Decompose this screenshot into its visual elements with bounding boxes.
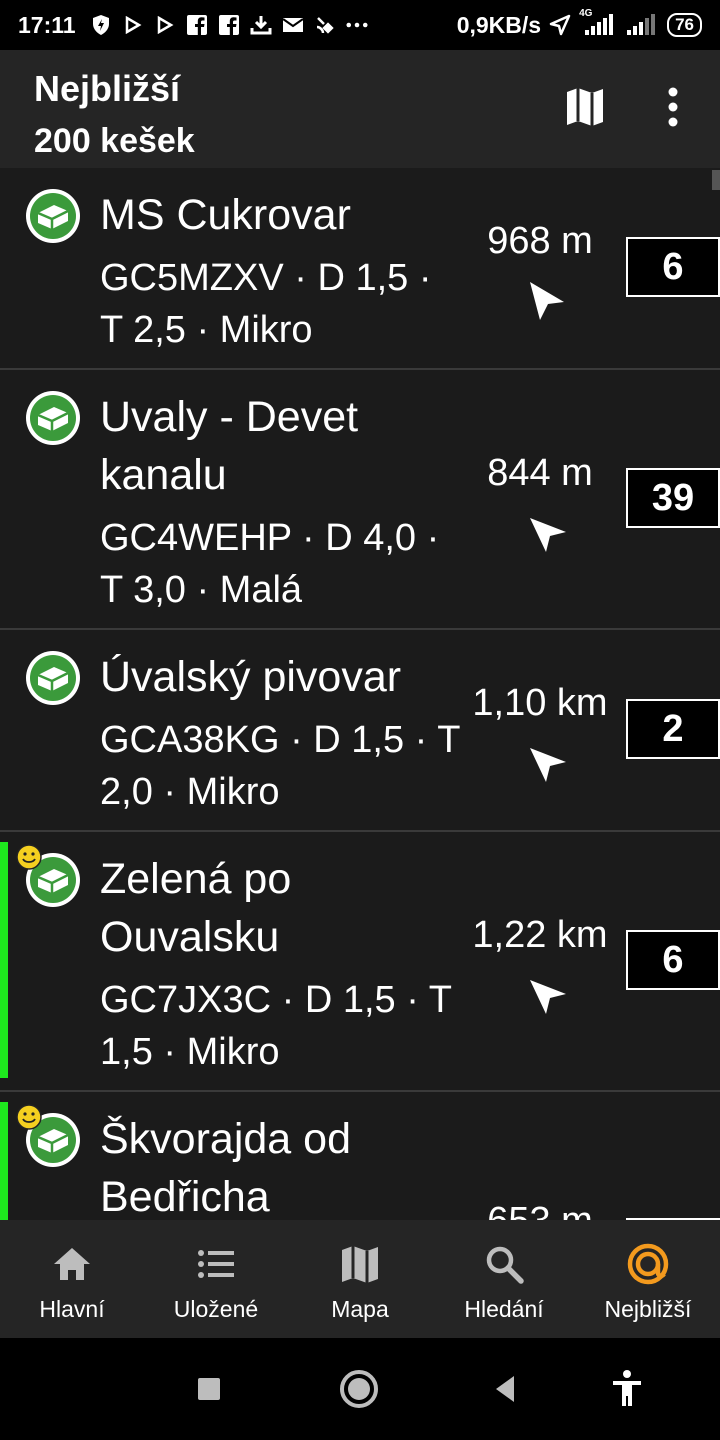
signal-label: 4G bbox=[579, 8, 593, 19]
nav-label: Uložené bbox=[173, 1296, 259, 1322]
cache-list-item[interactable]: Úvalský pivovar GCA38KG · D 1,5 · T 2,0 … bbox=[0, 630, 720, 832]
more-options-button[interactable] bbox=[650, 82, 696, 132]
play-store-icon-2 bbox=[154, 14, 176, 36]
cache-distance: 653 m bbox=[460, 1198, 620, 1220]
cache-name: Škvorajda od Bedřicha bbox=[100, 1115, 351, 1220]
list-icon bbox=[198, 1250, 234, 1278]
cache-list-item[interactable]: Uvaly - Devet kanalu GC4WEHP · D 4,0 · T… bbox=[0, 370, 720, 630]
back-button[interactable] bbox=[484, 1366, 530, 1412]
system-navigation-bar bbox=[0, 1338, 720, 1440]
page-title: Nejbližší bbox=[34, 68, 181, 109]
cache-count-subtitle: 200 kešek bbox=[34, 122, 195, 160]
cache-name: MS Cukrovar bbox=[100, 191, 351, 239]
traditional-cache-icon bbox=[26, 651, 80, 705]
nav-item-home[interactable]: Hlavní bbox=[0, 1220, 144, 1338]
download-icon bbox=[250, 14, 272, 36]
favorite-count-badge: 6 bbox=[626, 237, 720, 297]
cache-name: Zelená po Ouvalsku bbox=[100, 855, 292, 961]
found-smiley-icon bbox=[16, 1104, 42, 1130]
more-vert-icon bbox=[668, 87, 678, 127]
status-bar: 17:11 0,9KB/s 4G 76 bbox=[0, 0, 720, 50]
cache-list-item[interactable]: Škvorajda od Bedřicha 653 m bbox=[0, 1092, 720, 1220]
status-time: 17:11 bbox=[18, 11, 76, 38]
satellite-icon bbox=[314, 14, 336, 36]
location-icon bbox=[549, 14, 571, 36]
cache-name: Úvalský pivovar bbox=[100, 653, 402, 701]
facebook-icon bbox=[186, 14, 208, 36]
cache-distance: 968 m bbox=[487, 220, 593, 262]
map-icon bbox=[567, 88, 603, 126]
app-bar: Nejbližší 200 kešek bbox=[0, 50, 720, 168]
nav-label: Mapa bbox=[331, 1296, 389, 1322]
status-right: 0,9KB/s 4G 76 bbox=[456, 8, 702, 39]
cache-meta: GC5MZXV · D 1,5 · T 2,5 · Mikro bbox=[100, 257, 432, 351]
favorite-count-badge: 2 bbox=[626, 699, 720, 759]
cache-distance: 1,22 km bbox=[472, 914, 608, 956]
direction-arrow-icon bbox=[530, 282, 564, 320]
search-icon bbox=[486, 1246, 524, 1284]
notification-icons bbox=[90, 14, 368, 36]
traditional-cache-icon bbox=[26, 391, 80, 445]
cache-name: Uvaly - Devet kanalu bbox=[100, 393, 359, 499]
nav-item-saved[interactable]: Uložené bbox=[144, 1220, 288, 1338]
cache-meta: GC7JX3C · D 1,5 · T 1,5 · Mikro bbox=[100, 979, 452, 1073]
more-notifications-icon bbox=[346, 14, 368, 36]
nearby-icon bbox=[627, 1243, 669, 1285]
map-icon bbox=[342, 1246, 378, 1283]
cache-distance: 1,10 km bbox=[472, 682, 608, 724]
direction-arrow-icon bbox=[530, 518, 566, 552]
signal-icon bbox=[625, 14, 659, 36]
cache-meta: GC4WEHP · D 4,0 · T 3,0 · Malá bbox=[100, 517, 440, 611]
nearby-cache-list[interactable]: MS Cukrovar GC5MZXV · D 1,5 · T 2,5 · Mi… bbox=[0, 168, 720, 1220]
cache-meta: GCA38KG · D 1,5 · T 2,0 · Mikro bbox=[100, 719, 460, 813]
battery-indicator: 76 bbox=[667, 13, 702, 37]
bottom-navigation: Hlavní Uložené Mapa Hledání Nejbližší bbox=[0, 1220, 720, 1338]
nav-label: Hlavní bbox=[39, 1296, 105, 1322]
cache-list-item[interactable]: Zelená po Ouvalsku GC7JX3C · D 1,5 · T 1… bbox=[0, 832, 720, 1092]
accessibility-button[interactable] bbox=[604, 1366, 650, 1412]
nav-item-map[interactable]: Mapa bbox=[288, 1220, 432, 1338]
found-indicator-bar bbox=[0, 842, 8, 1078]
direction-arrow-icon bbox=[530, 980, 566, 1014]
recents-button[interactable] bbox=[186, 1366, 232, 1412]
map-button[interactable] bbox=[562, 84, 608, 130]
home-button[interactable] bbox=[336, 1366, 382, 1412]
nav-item-nearby[interactable]: Nejbližší bbox=[576, 1220, 720, 1338]
mail-icon bbox=[281, 14, 304, 36]
facebook-icon-2 bbox=[218, 14, 240, 36]
direction-arrow-icon bbox=[530, 748, 566, 782]
net-speed: 0,9KB/s bbox=[456, 11, 542, 38]
favorite-count-badge: 6 bbox=[626, 930, 720, 990]
nav-label: Nejbližší bbox=[604, 1296, 692, 1322]
shield-icon bbox=[90, 14, 112, 36]
play-store-icon bbox=[122, 14, 144, 36]
home-icon bbox=[54, 1248, 90, 1280]
cache-list-item[interactable]: MS Cukrovar GC5MZXV · D 1,5 · T 2,5 · Mi… bbox=[0, 168, 720, 370]
traditional-cache-icon bbox=[26, 189, 80, 243]
cache-distance: 844 m bbox=[487, 452, 593, 494]
found-indicator-bar bbox=[0, 1102, 8, 1220]
signal-4g-icon: 4G bbox=[579, 8, 617, 36]
found-smiley-icon bbox=[16, 844, 42, 870]
favorite-count-badge: 39 bbox=[626, 468, 720, 528]
nav-item-search[interactable]: Hledání bbox=[432, 1220, 576, 1338]
nav-label: Hledání bbox=[464, 1296, 544, 1322]
